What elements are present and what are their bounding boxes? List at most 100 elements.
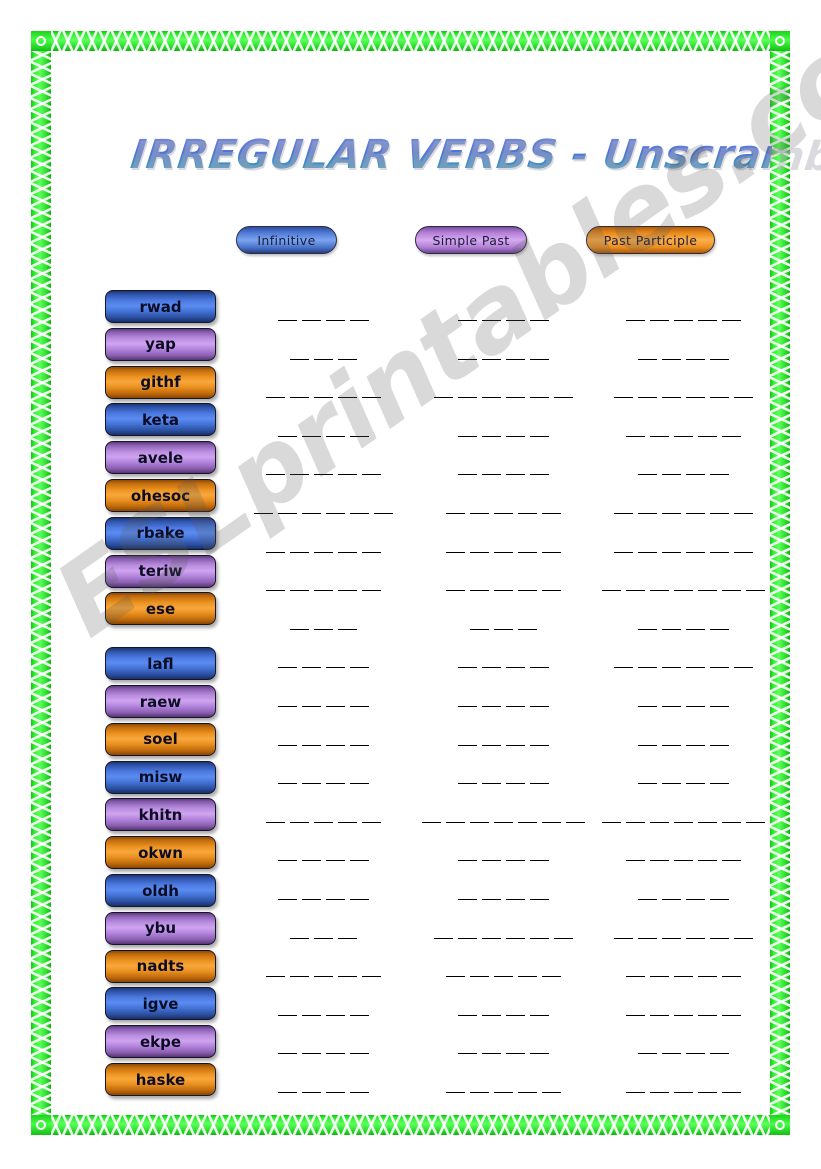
- answer-blank[interactable]: [591, 770, 776, 785]
- column-header-label: Past Participle: [603, 232, 698, 248]
- answer-blank[interactable]: [236, 346, 411, 360]
- answer-blank[interactable]: [236, 732, 411, 746]
- answer-blank[interactable]: [236, 886, 411, 900]
- answer-blank[interactable]: [236, 809, 411, 823]
- answer-blank[interactable]: [416, 307, 591, 321]
- answer-blank[interactable]: [591, 423, 776, 437]
- letter-dash: [638, 899, 657, 900]
- letter-dash: [530, 783, 549, 785]
- answer-blank[interactable]: [591, 809, 776, 823]
- answer-blank[interactable]: [591, 732, 776, 746]
- answer-blank[interactable]: [591, 925, 776, 939]
- answer-blank[interactable]: [416, 1040, 591, 1055]
- answer-blank[interactable]: [591, 1040, 776, 1055]
- border-left: [31, 31, 51, 1135]
- letter-dash: [326, 744, 345, 746]
- column-header-label: Infinitive: [257, 232, 316, 248]
- letter-dash: [734, 551, 753, 553]
- answer-blank[interactable]: [591, 963, 776, 978]
- answer-blank[interactable]: [591, 577, 776, 592]
- answer-blank[interactable]: [236, 384, 411, 399]
- answer-blank[interactable]: [416, 886, 591, 900]
- letter-dash: [530, 358, 549, 360]
- letter-dash: [350, 435, 369, 437]
- answer-blank[interactable]: [416, 925, 591, 939]
- answer-blank[interactable]: [591, 616, 776, 630]
- answer-blank[interactable]: [236, 461, 411, 476]
- answer-blank[interactable]: [591, 1002, 776, 1016]
- answer-blank[interactable]: [591, 461, 776, 476]
- answer-blank[interactable]: [416, 384, 591, 399]
- answer-blank[interactable]: [416, 616, 591, 630]
- answer-blank[interactable]: [416, 577, 591, 592]
- answer-blank[interactable]: [416, 963, 591, 978]
- answer-blank[interactable]: [416, 346, 591, 360]
- answer-blank[interactable]: [591, 847, 776, 862]
- answer-blank[interactable]: [416, 500, 591, 514]
- letter-dash: [314, 976, 333, 978]
- letter-dash: [470, 976, 489, 978]
- column-header-past-participle: Past Participle: [586, 226, 715, 254]
- answer-blank[interactable]: [236, 1040, 411, 1055]
- answer-blank[interactable]: [591, 886, 776, 900]
- letter-dash: [314, 551, 333, 553]
- answer-blank[interactable]: [236, 654, 411, 669]
- letter-dash: [722, 976, 741, 978]
- answer-blank[interactable]: [236, 847, 411, 862]
- letter-dash: [482, 899, 501, 900]
- answer-blank[interactable]: [591, 384, 776, 399]
- answer-blank[interactable]: [591, 654, 776, 669]
- letter-dash: [326, 706, 345, 707]
- answer-blank[interactable]: [416, 809, 591, 823]
- answer-blank[interactable]: [416, 423, 591, 437]
- answer-blank[interactable]: [236, 1079, 411, 1093]
- answer-blank[interactable]: [236, 693, 411, 707]
- answer-blank[interactable]: [236, 423, 411, 437]
- letter-dash: [626, 976, 645, 978]
- letter-dash: [494, 590, 513, 592]
- answer-blank[interactable]: [236, 539, 411, 553]
- letter-dash: [302, 706, 321, 707]
- answer-blank[interactable]: [236, 963, 411, 978]
- answer-blank[interactable]: [591, 1079, 776, 1093]
- answer-blank[interactable]: [416, 1002, 591, 1016]
- answer-blank[interactable]: [236, 1002, 411, 1016]
- answer-blank[interactable]: [416, 693, 591, 707]
- page-title: IRREGULAR VERBS - Unscramble and write: [126, 117, 821, 193]
- word-pill: misw: [105, 760, 216, 794]
- answer-blank[interactable]: [416, 539, 591, 553]
- answer-blank[interactable]: [591, 307, 776, 321]
- answer-blank[interactable]: [236, 925, 411, 939]
- word-pill-label: githf: [140, 373, 181, 392]
- answer-blank[interactable]: [591, 500, 776, 514]
- answer-blank[interactable]: [416, 654, 591, 669]
- answer-blank[interactable]: [236, 500, 411, 514]
- letter-dash: [374, 513, 393, 514]
- letter-dash: [710, 397, 729, 399]
- answer-blank[interactable]: [416, 847, 591, 862]
- letter-dash: [626, 821, 645, 823]
- answer-blank[interactable]: [416, 461, 591, 476]
- word-pill: khitn: [105, 798, 216, 832]
- letter-dash: [722, 320, 741, 321]
- letter-dash: [458, 474, 477, 476]
- letter-dash: [530, 937, 549, 939]
- letter-dash: [494, 1092, 513, 1093]
- answer-blank[interactable]: [591, 346, 776, 360]
- letter-dash: [626, 860, 645, 862]
- answer-blank[interactable]: [591, 539, 776, 553]
- answer-blank[interactable]: [416, 770, 591, 785]
- answer-blank[interactable]: [591, 693, 776, 707]
- word-pill: oldh: [105, 874, 216, 907]
- answer-blank[interactable]: [236, 616, 411, 630]
- answer-blank[interactable]: [416, 732, 591, 746]
- letter-dash: [266, 976, 285, 978]
- answer-blank[interactable]: [236, 577, 411, 592]
- answer-blank[interactable]: [236, 307, 411, 321]
- letter-dash: [686, 783, 705, 785]
- letter-dash: [314, 628, 333, 630]
- answer-blank[interactable]: [416, 1079, 591, 1093]
- letter-dash: [314, 397, 333, 399]
- answer-blank[interactable]: [236, 770, 411, 785]
- letter-dash: [710, 358, 729, 360]
